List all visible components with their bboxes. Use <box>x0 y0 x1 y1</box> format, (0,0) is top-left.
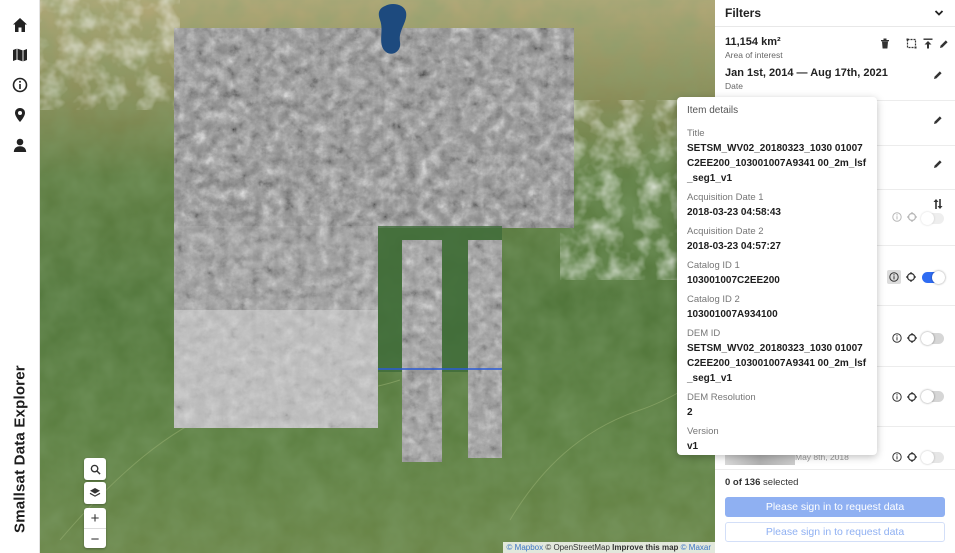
field-value: 2018-03-23 04:58:43 <box>687 207 781 218</box>
improve-map-link[interactable]: Improve this map <box>612 543 678 552</box>
edit-pencil-icon[interactable] <box>932 114 943 125</box>
crosshair-icon[interactable] <box>906 391 917 402</box>
field-label: Catalog ID 2 <box>687 294 740 305</box>
field-value: 2 <box>687 407 693 418</box>
osm-link[interactable]: © OpenStreetMap <box>545 543 610 552</box>
layers-icon <box>89 488 101 497</box>
field-value: SETSM_WV02_20180323_1030 01007C2EE200_10… <box>687 343 867 384</box>
draw-area-icon[interactable] <box>906 38 917 49</box>
result-item-1-toggle[interactable] <box>921 212 944 225</box>
filters-title: Filters <box>725 6 762 20</box>
result-item-4-toggle[interactable] <box>921 390 944 403</box>
filters-header[interactable]: Filters <box>715 0 955 27</box>
result-item-2-toggle[interactable] <box>922 271 945 284</box>
map-layers-button[interactable] <box>84 482 106 504</box>
result-item-4-controls <box>891 391 917 402</box>
popup-header: Item details <box>687 105 739 116</box>
selection-count-suffix: selected <box>760 477 799 488</box>
map-search-button[interactable] <box>84 458 106 480</box>
field-label: DEM ID <box>687 328 721 339</box>
popup-field-dem-id: DEM ID SETSM_WV02_20180323_1030 01007C2E… <box>687 328 867 386</box>
app-title: Smallsat Data Explorer <box>11 365 29 533</box>
edit-pencil-icon[interactable] <box>938 38 949 49</box>
field-value: 103001007A934100 <box>687 309 778 320</box>
info-icon[interactable] <box>9 74 31 96</box>
divider <box>715 469 955 470</box>
upload-icon[interactable] <box>922 38 933 49</box>
field-value: SETSM_WV02_20180323_1030 01007C2EE200_10… <box>687 143 867 184</box>
aoi-label: Area of interest <box>725 50 783 60</box>
popup-field-version: Version v1 <box>687 426 867 454</box>
result-item-5-toggle[interactable] <box>921 451 944 464</box>
map-icon[interactable] <box>9 44 31 66</box>
field-label: DEM Resolution <box>687 392 756 403</box>
map-terrain <box>40 0 715 553</box>
popup-field-catalog-id-2: Catalog ID 2 103001007A934100 <box>687 294 867 322</box>
field-label: Title <box>687 128 705 139</box>
field-value: 103001007C2EE200 <box>687 275 780 286</box>
item-details-popup: Item details Title SETSM_WV02_20180323_1… <box>677 97 877 455</box>
selection-count-value: 0 of 136 <box>725 477 761 488</box>
result-item-3-controls <box>891 332 917 343</box>
zoom-in-button[interactable]: + <box>84 508 106 528</box>
crosshair-icon[interactable] <box>905 272 916 283</box>
popup-field-acq-date-1: Acquisition Date 1 2018-03-23 04:58:43 <box>687 192 867 220</box>
search-icon <box>90 464 101 475</box>
mapbox-link[interactable]: © Mapbox <box>507 543 544 552</box>
info-icon[interactable] <box>891 391 902 402</box>
result-item-5-controls <box>891 451 917 462</box>
left-rail: Smallsat Data Explorer <box>0 0 40 553</box>
popup-field-catalog-id-1: Catalog ID 1 103001007C2EE200 <box>687 260 867 288</box>
field-label: Acquisition Date 2 <box>687 226 764 237</box>
date-filter: Jan 1st, 2014 — Aug 17th, 2021 Date <box>725 67 947 91</box>
field-value: 2018-03-23 04:57:27 <box>687 241 781 252</box>
field-label: Catalog ID 1 <box>687 260 740 271</box>
crosshair-icon[interactable] <box>906 211 917 222</box>
result-item-2-controls <box>887 270 916 284</box>
date-value: Jan 1st, 2014 — Aug 17th, 2021 <box>725 67 888 79</box>
aoi-actions <box>879 38 949 49</box>
popup-field-dem-resolution: DEM Resolution 2 <box>687 392 867 420</box>
result-item-3-toggle[interactable] <box>921 332 944 345</box>
zoom-controls: + − <box>84 508 106 548</box>
request-data-button[interactable]: Please sign in to request data <box>725 497 945 517</box>
info-icon[interactable] <box>891 451 902 462</box>
chevron-down-icon[interactable] <box>933 7 945 19</box>
crosshair-icon[interactable] <box>906 451 917 462</box>
location-pin-icon[interactable] <box>9 104 31 126</box>
home-icon[interactable] <box>9 14 31 36</box>
crosshair-icon[interactable] <box>906 332 917 343</box>
info-icon[interactable] <box>891 211 902 222</box>
info-icon[interactable] <box>887 270 901 284</box>
request-data-secondary-button[interactable]: Please sign in to request data <box>725 522 945 542</box>
date-label: Date <box>725 81 743 91</box>
trash-icon[interactable] <box>879 38 890 49</box>
field-label: Acquisition Date 1 <box>687 192 764 203</box>
sort-icon[interactable] <box>932 198 943 209</box>
edit-pencil-icon[interactable] <box>932 69 943 80</box>
maxar-link[interactable]: © Maxar <box>681 543 711 552</box>
field-label: Version <box>687 426 719 437</box>
map-canvas[interactable]: + − © Mapbox © OpenStreetMap Improve thi… <box>40 0 715 553</box>
selection-count: 0 of 136 selected <box>725 477 798 488</box>
result-item-1-controls <box>891 211 917 222</box>
edit-pencil-icon[interactable] <box>932 158 943 169</box>
popup-field-acq-date-2: Acquisition Date 2 2018-03-23 04:57:27 <box>687 226 867 254</box>
map-attribution: © Mapbox © OpenStreetMap Improve this ma… <box>502 542 715 553</box>
field-value: v1 <box>687 441 699 452</box>
popup-field-title: Title SETSM_WV02_20180323_1030 01007C2EE… <box>687 128 867 186</box>
zoom-out-button[interactable]: − <box>84 529 106 549</box>
info-icon[interactable] <box>891 332 902 343</box>
user-icon[interactable] <box>9 134 31 156</box>
